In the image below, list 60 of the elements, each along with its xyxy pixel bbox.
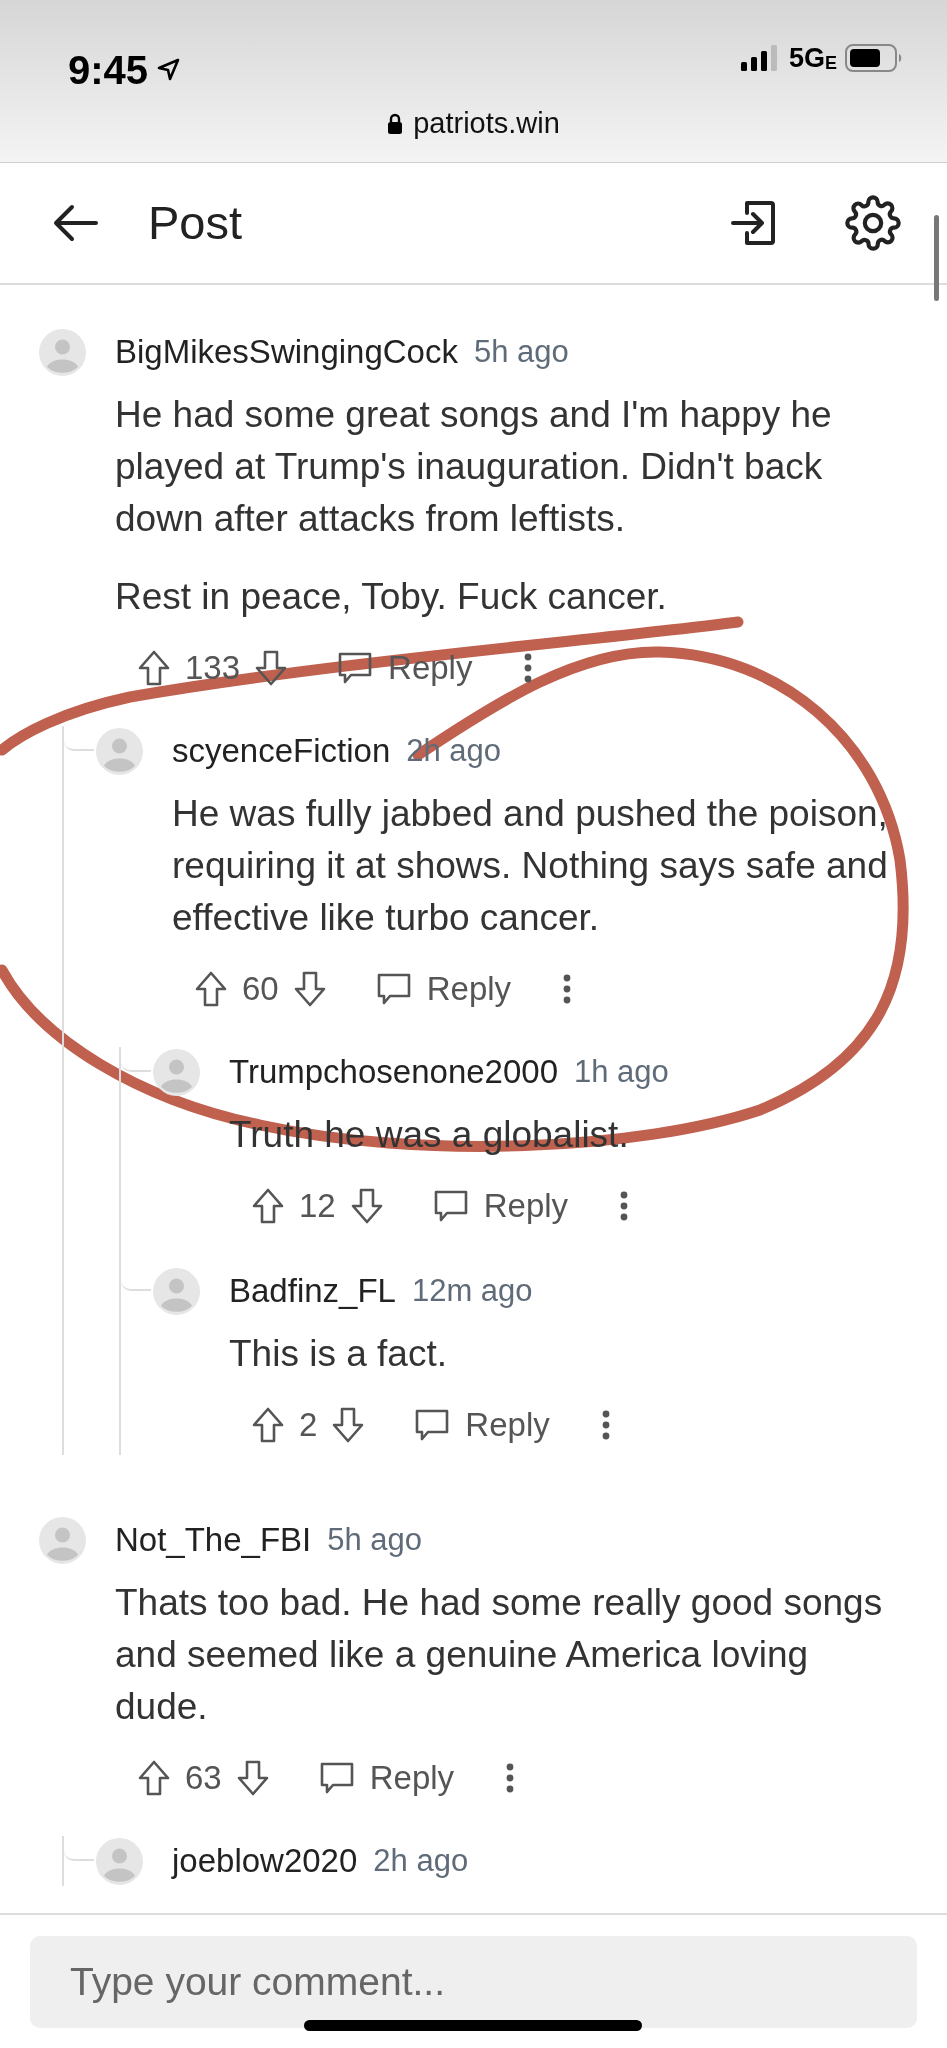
more-options-icon[interactable] xyxy=(524,653,533,683)
username[interactable]: joeblow2020 xyxy=(172,1836,358,1886)
comment-text: He was fully jabbed and pushed the poison, requiring it at shows. Nothing says safe and effective like turbo cancer. xyxy=(172,792,889,940)
comment-text: He had some great songs and I'm happy he played at Trump's inauguration. Didn't back down after attacks from leftists. xyxy=(115,393,833,541)
username[interactable]: Trumpchosenone2000 xyxy=(229,1047,558,1097)
back-arrow-icon[interactable] xyxy=(52,203,98,243)
scrollbar[interactable] xyxy=(934,215,939,301)
comment-text: Thats too bad. He had some really good songs and seemed like a genuine America loving dude. xyxy=(115,1581,884,1729)
reply-button[interactable]: Reply xyxy=(431,1181,569,1231)
downvote-icon[interactable] xyxy=(349,1187,384,1225)
avatar-icon xyxy=(39,1516,86,1564)
upvote-icon[interactable] xyxy=(251,1187,285,1225)
downvote-icon[interactable] xyxy=(254,649,289,687)
vote-count: 63 xyxy=(185,1758,222,1799)
vote-count: 133 xyxy=(185,648,241,689)
reply-button[interactable]: Reply xyxy=(374,964,512,1014)
username[interactable]: scyenceFiction xyxy=(172,726,391,776)
page-title: Post xyxy=(148,194,243,251)
network-suffix: E xyxy=(825,53,837,72)
upvote-icon[interactable] xyxy=(137,649,171,687)
more-options-icon[interactable] xyxy=(563,974,572,1004)
vote-count: 60 xyxy=(242,969,279,1010)
timestamp: 5h ago xyxy=(327,1520,423,1559)
downvote-icon[interactable] xyxy=(235,1759,270,1797)
location-arrow-icon xyxy=(156,58,181,82)
upvote-icon[interactable] xyxy=(251,1406,285,1444)
vote-count: 2 xyxy=(299,1405,318,1446)
reply-button[interactable]: Reply xyxy=(413,1400,550,1450)
comment-text: Rest in peace, Toby. Fuck cancer. xyxy=(115,575,668,619)
avatar-icon xyxy=(96,727,143,775)
downvote-icon[interactable] xyxy=(292,970,327,1008)
page-url[interactable]: patriots.win xyxy=(413,102,560,146)
timestamp: 1h ago xyxy=(574,1052,669,1091)
username[interactable]: BigMikesSwingingCock xyxy=(115,327,458,377)
upvote-icon[interactable] xyxy=(137,1759,171,1797)
avatar-icon xyxy=(153,1267,200,1315)
comment-text: This is a fact. xyxy=(229,1332,448,1376)
battery-icon xyxy=(845,44,903,72)
clock-time: 9:45 xyxy=(68,47,149,94)
reply-button[interactable]: Reply xyxy=(336,643,473,693)
username[interactable]: Badfinz_FL xyxy=(229,1266,396,1316)
vote-count: 12 xyxy=(299,1186,336,1227)
upvote-icon[interactable] xyxy=(194,970,228,1008)
network-label: 5G xyxy=(788,44,825,72)
timestamp: 2h ago xyxy=(373,1841,469,1880)
avatar-icon xyxy=(153,1048,200,1096)
downvote-icon[interactable] xyxy=(331,1406,366,1444)
avatar-icon xyxy=(96,1837,143,1885)
more-options-icon[interactable] xyxy=(506,1763,515,1793)
lock-icon xyxy=(387,112,404,135)
timestamp: 5h ago xyxy=(474,332,569,371)
reply-button[interactable]: Reply xyxy=(317,1753,455,1803)
login-icon[interactable] xyxy=(729,199,777,247)
settings-icon[interactable] xyxy=(845,195,901,251)
username[interactable]: Not_The_FBI xyxy=(115,1515,312,1565)
comment-input[interactable]: Type your comment... xyxy=(30,1936,917,2028)
timestamp: 12m ago xyxy=(411,1271,533,1310)
avatar-icon xyxy=(39,328,86,376)
more-options-icon[interactable] xyxy=(620,1191,629,1221)
more-options-icon[interactable] xyxy=(601,1410,610,1440)
